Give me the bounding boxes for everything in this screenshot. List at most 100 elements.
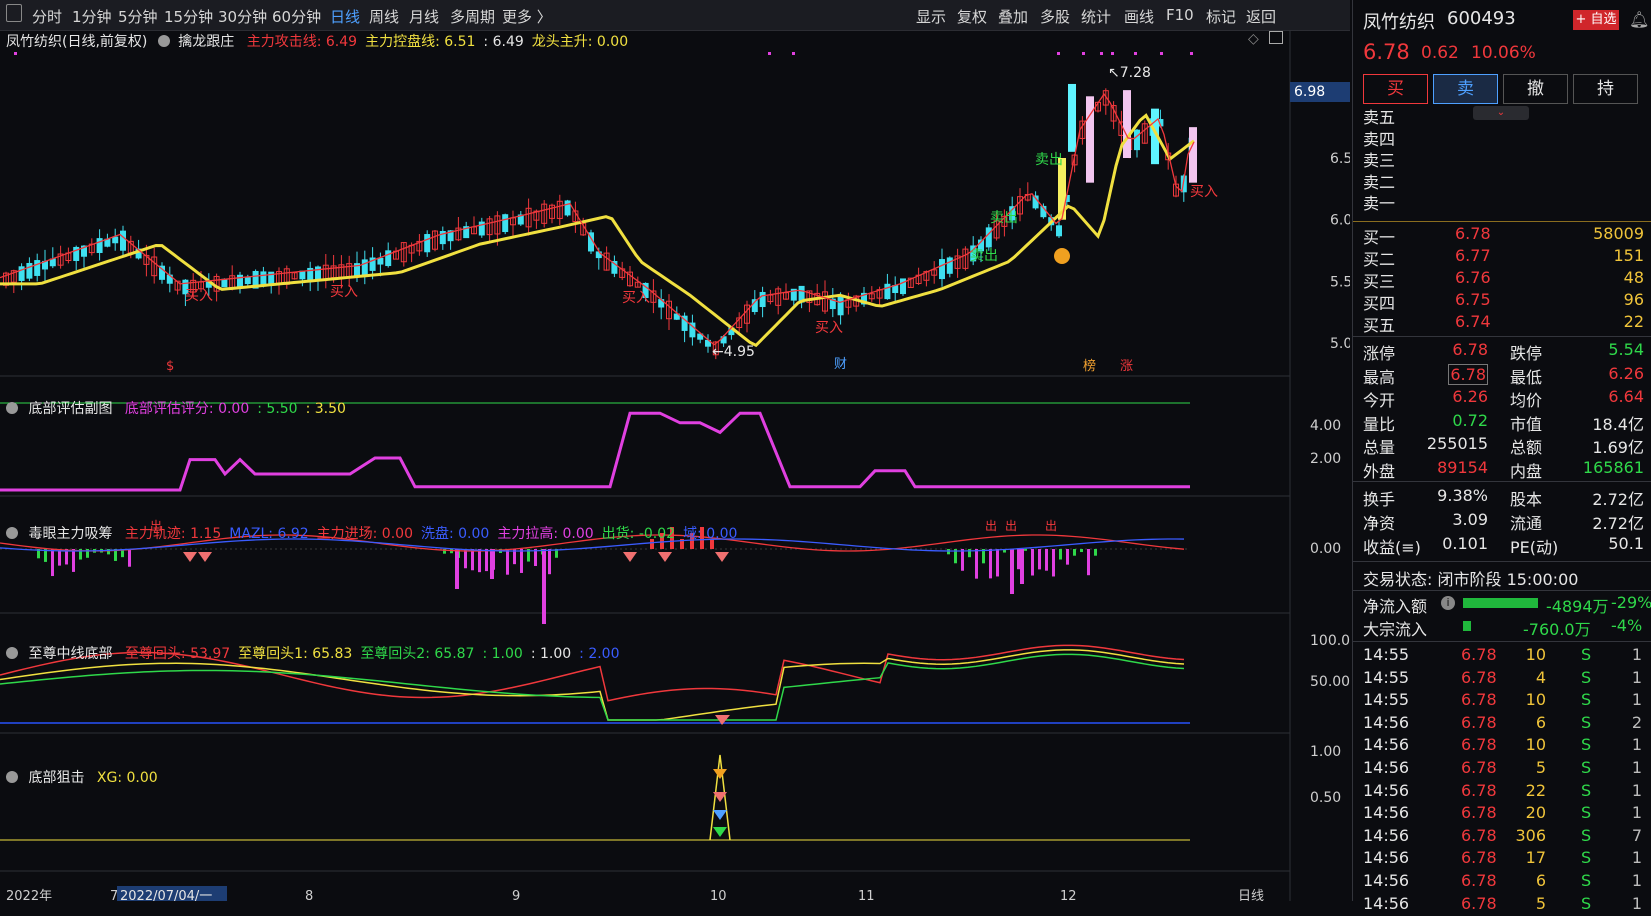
collapse-icon[interactable]	[6, 4, 22, 22]
stat-value: 2.72亿	[1592, 486, 1644, 510]
period-tab-5[interactable]: 60分钟	[272, 6, 321, 27]
indicator-toggle-icon[interactable]	[158, 35, 170, 47]
bid-row[interactable]: 买一6.7858009	[1353, 224, 1651, 246]
stat-label: 内盘	[1510, 458, 1542, 482]
sub1-value-0: 底部评估评分: 0.00	[125, 401, 249, 417]
period-tab-7[interactable]: 周线	[369, 6, 399, 27]
stat-value: 6.26	[1452, 387, 1488, 406]
sub1-value-1: : 5.50	[257, 401, 297, 417]
toolbar-button-3[interactable]: 多股	[1040, 6, 1070, 27]
tick-time: 14:56	[1363, 713, 1409, 732]
tick-row: 14:566.785S1	[1353, 894, 1651, 916]
toolbar-button-7[interactable]: 标记	[1206, 6, 1236, 27]
main_panel-value-2: : 6.49	[483, 34, 523, 50]
bid-row[interactable]: 买五6.7422	[1353, 312, 1651, 334]
toolbar-button-2[interactable]: 叠加	[998, 6, 1028, 27]
tick-volume: 22	[1526, 781, 1546, 800]
ask-label: 卖二	[1363, 169, 1395, 193]
bid-row[interactable]: 买二6.77151	[1353, 246, 1651, 268]
candle-body	[1057, 226, 1062, 236]
ask-row[interactable]: 卖一	[1353, 190, 1651, 212]
stat-row: 今开6.26均价6.64	[1353, 387, 1651, 409]
sub3-value-2: 至尊回头2: 65.87	[360, 646, 474, 662]
sub4-title[interactable]: 底部狙击	[28, 770, 84, 786]
toolbar-button-6[interactable]: F10	[1166, 6, 1194, 24]
histogram-bar	[72, 549, 75, 572]
toolbar-button-4[interactable]: 统计	[1081, 6, 1111, 27]
histogram-bar	[478, 549, 481, 572]
tick-side: S	[1581, 735, 1591, 754]
signal-dot	[14, 52, 17, 55]
histogram-bar	[1087, 549, 1090, 575]
bid-price: 6.76	[1455, 268, 1491, 287]
sub2-title[interactable]: 毒眼主力吸筹	[28, 526, 112, 542]
sub1-title[interactable]: 底部评估副图	[28, 401, 112, 417]
info-icon[interactable]: i	[1441, 596, 1455, 610]
sub2-value-0: 主力轨迹: 1.15	[125, 526, 221, 542]
histogram-bar	[1031, 549, 1034, 576]
quote-panel: 凤竹纺织 600493 + 自选 🔔︎ 6.78 0.62 10.06% 买 卖…	[1352, 0, 1651, 901]
stat-row: 最高6.78最低6.26	[1353, 364, 1651, 386]
sub2-toggle-icon[interactable]	[6, 527, 18, 539]
bell-icon[interactable]: 🔔︎	[1629, 10, 1649, 29]
ask-row[interactable]: 卖三	[1353, 147, 1651, 169]
add-watchlist-button[interactable]: + 自选	[1573, 10, 1619, 30]
ask-row[interactable]: 卖五	[1353, 104, 1651, 126]
stat-row: 净资3.09流通2.72亿	[1353, 510, 1651, 532]
sub3-toggle-icon[interactable]	[6, 647, 18, 659]
period-tab-6[interactable]: 日线	[330, 6, 360, 27]
chart-canvas[interactable]: 6.506.005.505.00↖7.28←4.95买入买入买入买入卖出卖出卖出…	[0, 30, 1350, 901]
tick-price: 6.78	[1461, 803, 1497, 822]
signal-dot	[1111, 52, 1114, 55]
main-indicator-name[interactable]: 擒龙跟庄	[178, 34, 234, 50]
ask-row[interactable]: 卖四	[1353, 126, 1651, 148]
histogram-bar	[1066, 549, 1069, 565]
toolbar-button-1[interactable]: 复权	[957, 6, 987, 27]
toolbar-button-5[interactable]: 画线	[1124, 6, 1154, 27]
tick-price: 6.78	[1461, 894, 1497, 913]
trade-signal-label: 卖出	[1035, 152, 1063, 168]
period-tab-1[interactable]: 1分钟	[72, 6, 112, 27]
stat-value: 89154	[1437, 458, 1488, 477]
toolbar-button-8[interactable]: 返回	[1246, 6, 1276, 27]
period-tab-4[interactable]: 30分钟	[218, 6, 267, 27]
tick-row: 14:566.7817S1	[1353, 848, 1651, 870]
cancel-order-button[interactable]: 撤	[1503, 74, 1568, 104]
period-tab-3[interactable]: 15分钟	[164, 6, 213, 27]
sub1-toggle-icon[interactable]	[6, 402, 18, 414]
candle-body	[300, 271, 305, 279]
stat-value: 18.4亿	[1592, 411, 1644, 435]
sub4-toggle-icon[interactable]	[6, 771, 18, 783]
tick-volume: 6	[1536, 871, 1546, 890]
diamond-icon[interactable]: ◇	[1248, 31, 1259, 47]
period-tab-0[interactable]: 分时	[32, 6, 62, 27]
candle-body	[386, 251, 391, 266]
stat-label: 量比	[1363, 411, 1395, 435]
sub3-title[interactable]: 至尊中线底部	[28, 646, 112, 662]
period-tab-10[interactable]: 更多 〉	[502, 6, 552, 27]
sub2-axis-label: 0.00	[1310, 541, 1341, 557]
holdings-button[interactable]: 持	[1573, 74, 1638, 104]
chart-area[interactable]: 6.506.005.505.00↖7.28←4.95买入买入买入买入卖出卖出卖出…	[0, 30, 1350, 901]
candle-body	[222, 279, 227, 286]
price-axis-label: 6.00	[1330, 213, 1350, 229]
supreme-line-2	[0, 654, 1184, 720]
candle-body	[425, 235, 430, 252]
ask-row[interactable]: 卖二	[1353, 169, 1651, 191]
bid-row[interactable]: 买三6.7648	[1353, 268, 1651, 290]
period-tab-9[interactable]: 多周期	[450, 6, 495, 27]
histogram-bar	[485, 549, 488, 571]
buy-button[interactable]: 买	[1363, 74, 1428, 104]
panel-window-icon[interactable]	[1269, 31, 1283, 44]
block-inflow-bar	[1463, 621, 1471, 631]
tick-count: 1	[1632, 781, 1642, 800]
last-price: 6.78	[1363, 40, 1410, 64]
bid-row[interactable]: 买四6.7596	[1353, 290, 1651, 312]
sub1-axis-label: 2.00	[1310, 451, 1341, 467]
period-tab-2[interactable]: 5分钟	[118, 6, 158, 27]
tick-row: 14:566.7820S1	[1353, 803, 1651, 825]
toolbar-button-0[interactable]: 显示	[916, 6, 946, 27]
bid-price: 6.78	[1455, 224, 1491, 243]
period-tab-8[interactable]: 月线	[409, 6, 439, 27]
sell-button[interactable]: 卖	[1433, 74, 1498, 104]
